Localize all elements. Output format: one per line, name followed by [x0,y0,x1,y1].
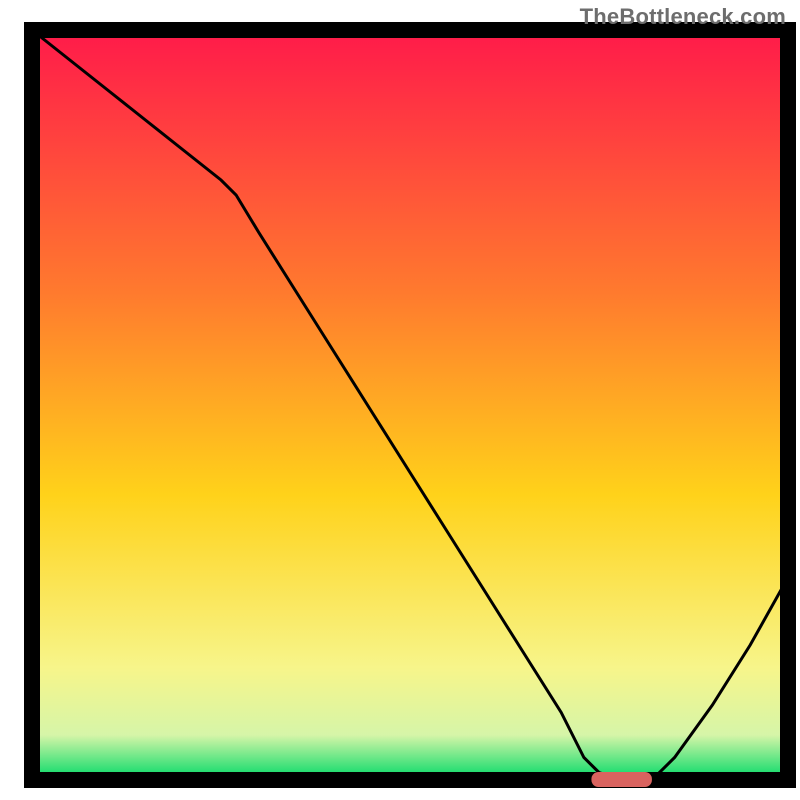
plot-background [32,30,788,780]
watermark-text: TheBottleneck.com [580,4,786,30]
bottleneck-chart [0,0,800,800]
optimal-marker [591,772,651,787]
